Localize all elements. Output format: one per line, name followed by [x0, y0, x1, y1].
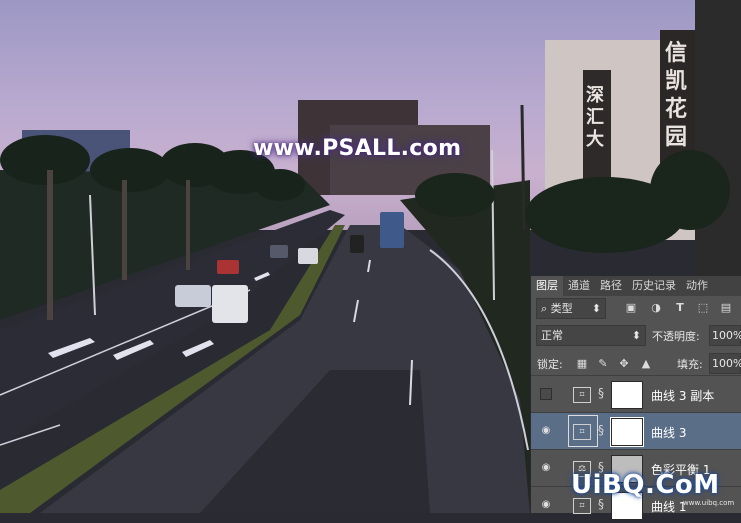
layer-mask-thumbnail[interactable] [611, 381, 643, 409]
adjustment-filter-icon[interactable]: ◑ [649, 301, 663, 315]
curves-adjustment-icon: ⌗ [573, 498, 591, 514]
layer-name: 曲线 3 副本 [651, 389, 715, 403]
lock-label: 锁定: [537, 358, 563, 371]
visibility-toggle-off[interactable] [540, 388, 552, 400]
layer-row-selected[interactable]: ◉ ⌗ § 曲线 3 [531, 412, 741, 449]
link-chain-icon[interactable]: § [598, 386, 604, 400]
lock-transparent-icon[interactable]: ▦ [575, 357, 589, 371]
text-filter-icon[interactable]: T [673, 301, 687, 315]
search-icon: ⌕ [541, 302, 548, 315]
fill-label: 填充: [677, 358, 703, 371]
filter-type-label: 类型 [550, 302, 573, 315]
tab-actions[interactable]: 动作 [681, 276, 713, 296]
watermark-psall: www.PSALL.com [253, 136, 462, 161]
lock-all-icon[interactable]: ▲ [639, 357, 653, 371]
layer-name: 曲线 1 [651, 500, 687, 514]
tab-layers[interactable]: 图层 [531, 276, 563, 296]
eye-icon[interactable]: ◉ [539, 462, 553, 474]
layer-filter-dropdown[interactable]: ⌕ 类型 ⬍ [536, 298, 606, 319]
eye-icon[interactable]: ◉ [539, 499, 553, 511]
blend-mode-value: 正常 [541, 329, 563, 342]
eye-icon[interactable]: ◉ [539, 425, 553, 437]
smart-object-filter-icon[interactable]: ▤ [719, 301, 733, 315]
tab-history[interactable]: 历史记录 [627, 276, 681, 296]
opacity-input[interactable]: 100% [709, 325, 741, 346]
lock-image-brush-icon[interactable]: ✎ [596, 357, 610, 371]
layer-name: 曲线 3 [651, 426, 687, 440]
tab-paths[interactable]: 路径 [595, 276, 627, 296]
fill-input[interactable]: 100% [709, 353, 741, 374]
layer-row[interactable]: ⌗ § 曲线 3 副本 [531, 375, 741, 412]
lock-position-move-icon[interactable]: ✥ [617, 357, 631, 371]
blend-mode-dropdown[interactable]: 正常 ⬍ [536, 325, 646, 346]
uibq-logo-url: www.uibq.com [683, 499, 735, 507]
layer-mask-thumbnail[interactable] [610, 417, 644, 447]
link-chain-icon[interactable]: § [598, 423, 604, 437]
shape-filter-icon[interactable]: ⬚ [696, 301, 710, 315]
chevron-down-icon: ⬍ [591, 302, 601, 315]
chevron-down-icon: ⬍ [631, 329, 641, 342]
tab-channels[interactable]: 通道 [563, 276, 595, 296]
panel-tab-bar: 图层 通道 路径 历史记录 动作 [531, 276, 741, 296]
curves-adjustment-icon: ⌗ [573, 387, 591, 403]
opacity-label: 不透明度: [652, 330, 700, 343]
image-filter-icon[interactable]: ▣ [624, 301, 638, 315]
uibq-logo: UiBQ.CoM [571, 470, 720, 500]
curves-adjustment-icon: ⌗ [573, 424, 591, 440]
